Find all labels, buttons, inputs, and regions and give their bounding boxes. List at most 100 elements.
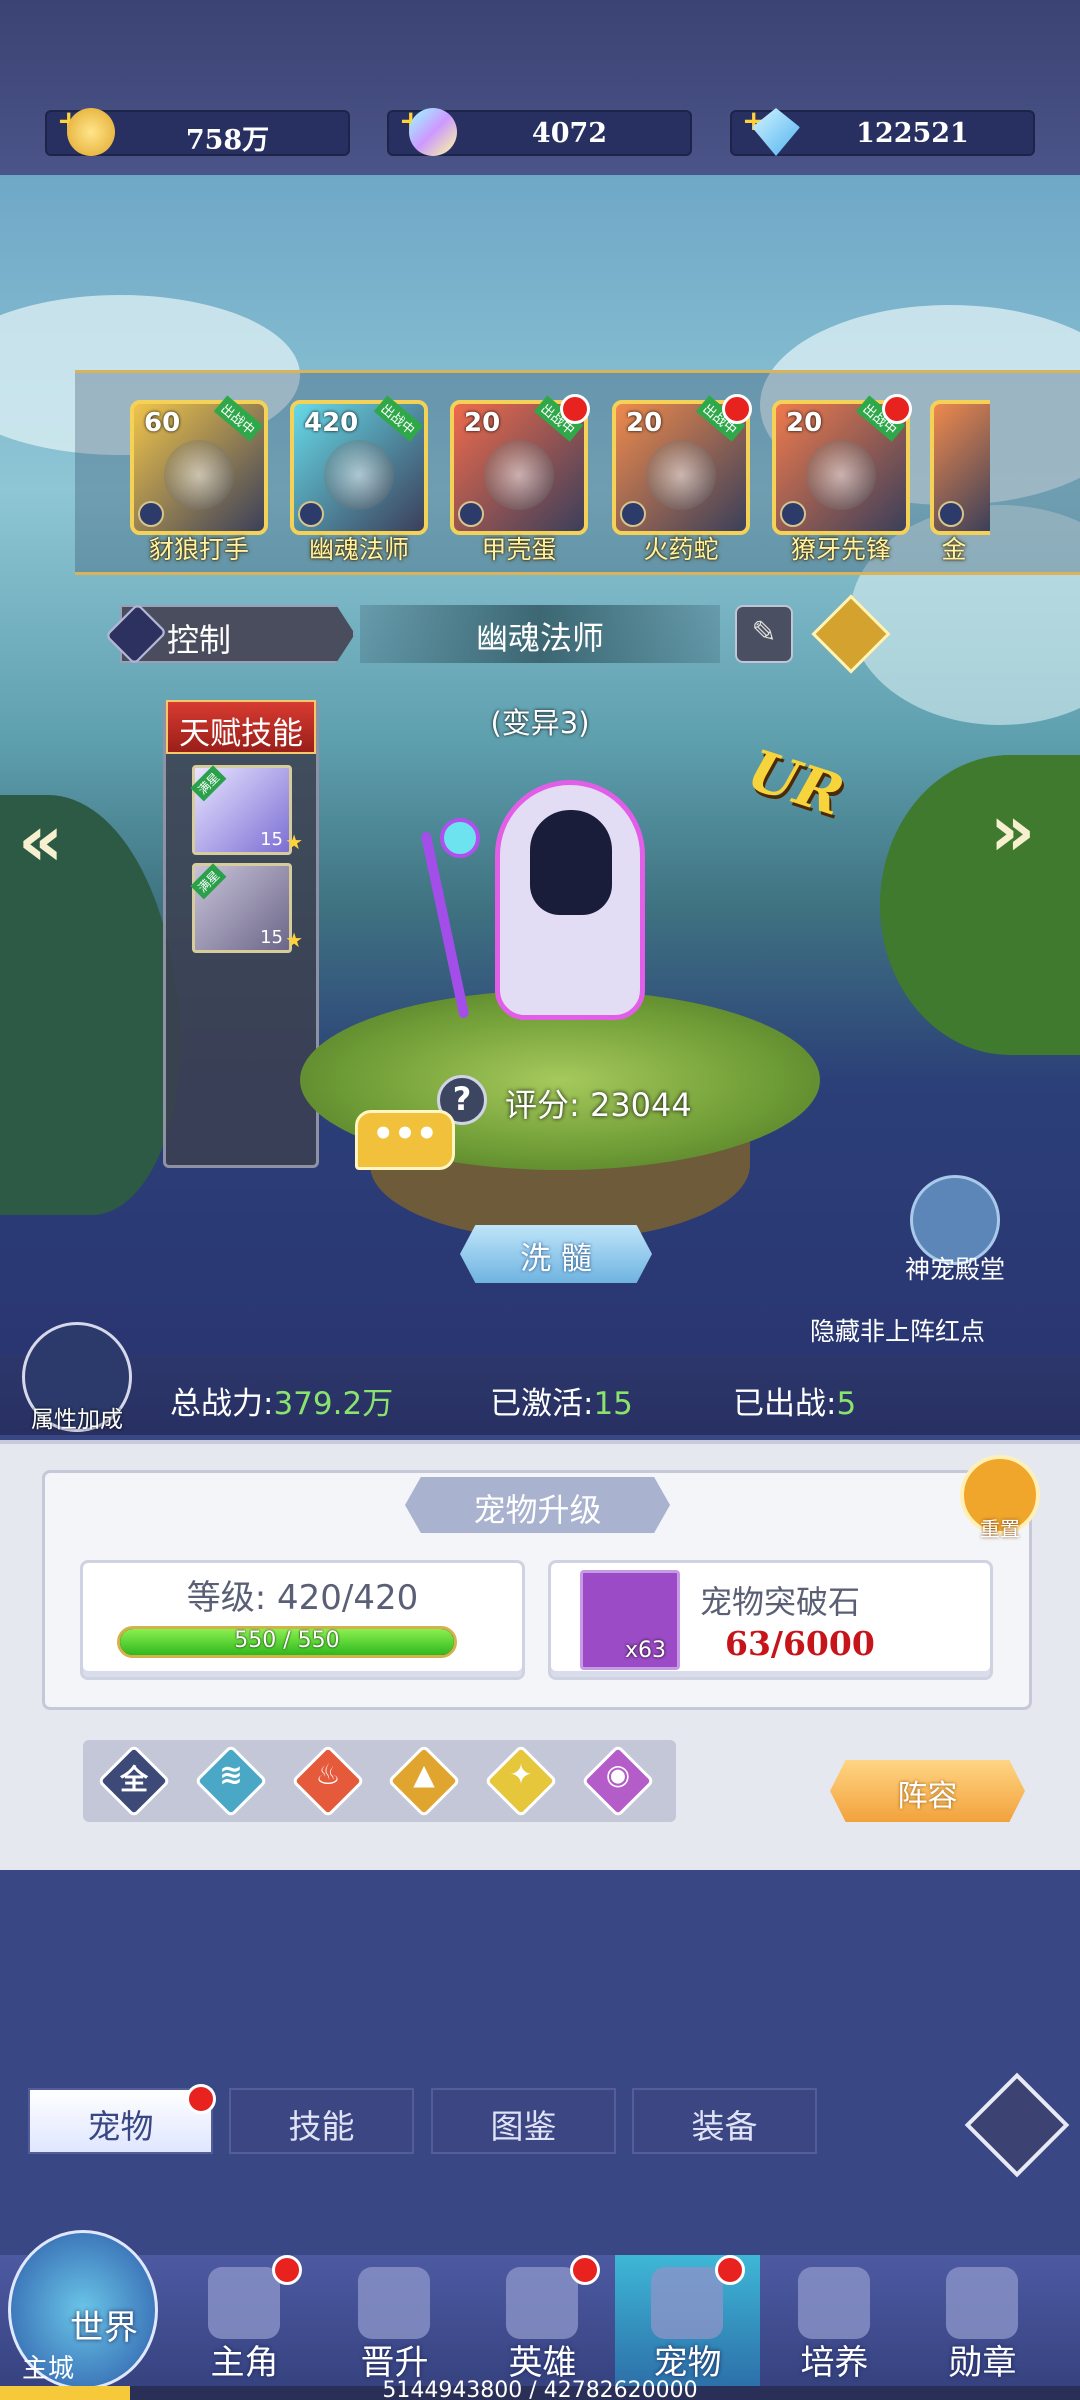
variant-label: (变异3) xyxy=(490,706,590,740)
pet-level: 20 xyxy=(786,408,823,438)
pet-portrait xyxy=(646,440,716,510)
pet-portrait xyxy=(484,440,554,510)
talent-skill-2[interactable]: 满星 15 ★ xyxy=(190,863,303,953)
tab-equipment[interactable]: 装备 xyxy=(632,2088,817,2154)
world-label[interactable]: 世界 xyxy=(70,2300,138,2349)
reset-label[interactable]: 重置 xyxy=(960,1513,1040,1542)
red-dot-badge xyxy=(722,394,752,424)
pet-portrait xyxy=(324,440,394,510)
pet-card-name: 甲壳蛋 xyxy=(481,535,557,564)
red-dot-badge xyxy=(272,2255,302,2285)
pet-card[interactable] xyxy=(930,400,990,535)
pet-level: 20 xyxy=(626,408,663,438)
nav-item[interactable]: 勋章 xyxy=(910,2255,1055,2390)
pet-card-name: 金 xyxy=(941,535,967,564)
star-icon: ★ xyxy=(285,928,303,952)
type-label: 控制 xyxy=(167,621,232,659)
nav-label: 培养 xyxy=(800,2343,869,2383)
nav-icon xyxy=(358,2267,430,2339)
element-filter-icon[interactable]: ✦ xyxy=(495,1758,547,1806)
pet-shrine-label[interactable]: 神宠殿堂 xyxy=(890,1250,1020,1286)
pet-card-name: 豺狼打手 xyxy=(148,535,249,564)
nav-label: 英雄 xyxy=(508,2343,577,2383)
stone-quantity: 63/6000 xyxy=(725,1624,875,1663)
diamond-value: 122521 xyxy=(856,118,969,149)
element-filter-icon[interactable]: ▲ xyxy=(398,1758,450,1806)
pet-card-name: 火药蛇 xyxy=(643,535,719,564)
pet-portrait xyxy=(164,440,234,510)
pet-level: 20 xyxy=(464,408,501,438)
xisui-button[interactable]: 洗 髓 xyxy=(460,1225,652,1283)
fighting-badge: 出战中 xyxy=(373,395,424,442)
crystal-display[interactable]: + 4072 xyxy=(387,104,692,156)
pet-level: 60 xyxy=(144,408,181,438)
talent-skill-1[interactable]: 满星 15 ★ xyxy=(190,765,303,855)
nav-icon xyxy=(651,2267,723,2339)
nav-label: 勋章 xyxy=(948,2343,1017,2383)
hide-red-dots-toggle[interactable]: 隐藏非上阵红点 xyxy=(810,1312,985,1348)
pet-card[interactable]: 20 出战中 xyxy=(450,394,590,535)
nav-icon xyxy=(798,2267,870,2339)
element-icon xyxy=(780,501,806,527)
nav-label: 宠物 xyxy=(653,2343,722,2383)
quill-icon[interactable]: ✎ xyxy=(735,605,793,663)
nav-label: 主角 xyxy=(210,2343,279,2383)
diamond-display[interactable]: + 122521 xyxy=(730,104,1035,156)
fielded-label: 已出战: xyxy=(733,1386,837,1422)
nav-icon xyxy=(208,2267,280,2339)
pet-card-name: 幽魂法师 xyxy=(308,535,409,564)
skill-level: 15 xyxy=(260,829,283,850)
red-dot-badge xyxy=(560,394,590,424)
nav-item[interactable]: 晋升 xyxy=(322,2255,467,2390)
element-filter-icon[interactable]: ◉ xyxy=(592,1758,644,1806)
lineup-button[interactable]: 阵容 xyxy=(830,1760,1025,1822)
activated-count: 已激活:15 xyxy=(490,1378,633,1423)
fighting-badge: 出战中 xyxy=(213,395,264,442)
pet-level: 420 xyxy=(304,408,359,438)
red-dot-badge xyxy=(715,2255,745,2285)
stone-name: 宠物突破石 xyxy=(700,1583,861,1621)
tree xyxy=(880,755,1080,1055)
red-dot-badge xyxy=(570,2255,600,2285)
nav-label: 晋升 xyxy=(360,2343,429,2383)
total-power: 总战力:379.2万 xyxy=(170,1378,393,1423)
pet-card[interactable]: 20 出战中 xyxy=(772,394,912,535)
star-icon: ★ xyxy=(285,830,303,854)
prev-pet-arrow-icon[interactable]: « xyxy=(18,800,63,882)
crystal-value: 4072 xyxy=(531,118,608,149)
level-text: 等级: 420/420 xyxy=(186,1578,419,1618)
power-label: 总战力: xyxy=(170,1386,274,1422)
element-filter-icon[interactable]: ≋ xyxy=(205,1758,257,1806)
pet-card[interactable]: 20 出战中 xyxy=(612,394,752,535)
tab-skills[interactable]: 技能 xyxy=(229,2088,414,2154)
element-filter-icon[interactable]: ♨ xyxy=(302,1758,354,1806)
pet-card[interactable]: 60 出战中 xyxy=(130,395,268,535)
chat-bubble-icon[interactable]: ••• xyxy=(355,1110,455,1170)
skill-level: 15 xyxy=(260,927,283,948)
stone-count: x63 xyxy=(625,1638,667,1663)
attr-bonus-label[interactable]: 属性加成 xyxy=(18,1400,136,1434)
exp-text: 550 / 550 xyxy=(234,1628,340,1653)
element-icon xyxy=(138,501,164,527)
nav-item[interactable]: 培养 xyxy=(762,2255,907,2390)
tab-codex[interactable]: 图鉴 xyxy=(431,2088,616,2154)
gold-display[interactable]: + 758万 xyxy=(45,104,350,156)
pet-hood xyxy=(530,810,612,915)
fielded-value: 5 xyxy=(836,1386,857,1422)
pet-card[interactable]: 420 出战中 xyxy=(290,395,428,535)
pet-name: 幽魂法师 xyxy=(360,605,720,663)
next-pet-arrow-icon[interactable]: » xyxy=(990,790,1035,872)
activated-value: 15 xyxy=(593,1386,633,1422)
talent-title: 天赋技能 xyxy=(166,700,316,754)
eye-icon[interactable] xyxy=(964,2072,1070,2178)
element-icon xyxy=(458,501,484,527)
score-text: 评分: 23044 xyxy=(505,1086,692,1124)
progress-text: 5144943800 / 42782620000 xyxy=(382,2378,698,2400)
fielded-count: 已出战:5 xyxy=(733,1378,856,1423)
element-filter-icon[interactable]: 全 xyxy=(108,1758,160,1806)
red-dot-badge xyxy=(186,2084,216,2114)
staff-orb xyxy=(440,818,480,858)
max-star-tag: 满星 xyxy=(190,863,227,900)
red-dot-badge xyxy=(882,394,912,424)
activated-label: 已激活: xyxy=(490,1386,594,1422)
